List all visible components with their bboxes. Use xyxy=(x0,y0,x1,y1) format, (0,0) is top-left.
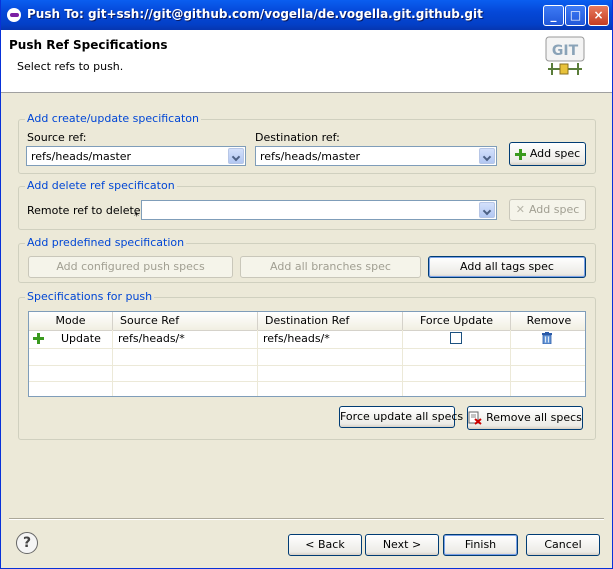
specifications-legend: Specifications for push xyxy=(25,290,155,303)
force-update-all-specs-button[interactable]: Force update all specs xyxy=(339,406,463,428)
window-title: Push To: git+ssh://git@github.com/vogell… xyxy=(27,7,483,21)
remote-ref-label: Remote ref to delete: xyxy=(27,204,145,217)
add-all-branches-spec-button[interactable]: Add all branches spec xyxy=(240,256,421,278)
remove-all-specs-button[interactable]: Remove all specs xyxy=(467,406,583,430)
delete-ref-legend: Add delete ref specificaton xyxy=(25,179,177,192)
row-source-ref[interactable]: refs/heads/* xyxy=(118,330,185,348)
add-delete-spec-label: Add spec xyxy=(528,203,580,216)
finish-button[interactable]: Finish xyxy=(443,534,518,556)
column-header-force-update[interactable]: Force Update xyxy=(403,312,511,330)
help-button[interactable]: ? xyxy=(16,532,38,554)
destination-ref-label: Destination ref: xyxy=(255,131,340,144)
close-button[interactable]: × xyxy=(588,5,609,26)
force-update-checkbox[interactable] xyxy=(450,332,462,344)
add-configured-push-specs-button[interactable]: Add configured push specs xyxy=(28,256,233,278)
git-logo-text: GIT xyxy=(552,43,579,59)
column-header-mode[interactable]: Mode xyxy=(29,312,113,330)
maximize-button[interactable]: □ xyxy=(565,5,586,26)
column-divider xyxy=(402,330,403,396)
column-divider xyxy=(510,330,511,396)
source-ref-value: refs/heads/master xyxy=(31,150,132,163)
create-update-legend: Add create/update specificaton xyxy=(25,112,201,125)
chevron-down-icon[interactable] xyxy=(479,202,495,218)
remove-all-specs-label: Remove all specs xyxy=(486,411,582,424)
minimize-button[interactable]: _ xyxy=(543,5,564,26)
row-mode[interactable]: Update xyxy=(61,330,101,348)
destination-ref-combo[interactable]: refs/heads/master xyxy=(255,146,497,166)
table-header: Mode Source Ref Destination Ref Force Up… xyxy=(29,312,585,331)
add-create-spec-button[interactable]: Add spec xyxy=(509,142,586,166)
destination-ref-value: refs/heads/master xyxy=(260,150,361,163)
add-icon xyxy=(33,333,44,344)
page-title: Push Ref Specifications xyxy=(9,38,168,52)
add-delete-spec-button[interactable]: ✕ Add spec xyxy=(509,199,586,221)
add-create-spec-label: Add spec xyxy=(529,147,581,160)
chevron-down-icon[interactable] xyxy=(479,148,495,164)
column-header-remove[interactable]: Remove xyxy=(511,312,585,330)
column-divider xyxy=(112,330,113,396)
add-icon xyxy=(514,148,526,160)
page-subtitle: Select refs to push. xyxy=(17,60,124,73)
source-ref-label: Source ref: xyxy=(27,131,87,144)
specifications-table[interactable]: Mode Source Ref Destination Ref Force Up… xyxy=(28,311,586,397)
cancel-button[interactable]: Cancel xyxy=(526,534,600,556)
git-logo-icon: GIT xyxy=(545,36,585,75)
trash-icon[interactable] xyxy=(542,332,552,344)
back-button[interactable]: < Back xyxy=(288,534,362,556)
wizard-banner: Push Ref Specifications Select refs to p… xyxy=(1,30,612,93)
predefined-legend: Add predefined specification xyxy=(25,236,187,249)
add-all-tags-spec-button[interactable]: Add all tags spec xyxy=(428,256,586,278)
footer-separator xyxy=(9,518,604,520)
column-header-source-ref[interactable]: Source Ref xyxy=(113,312,258,330)
chevron-down-icon[interactable] xyxy=(228,148,244,164)
eclipse-icon xyxy=(7,8,21,22)
source-ref-combo[interactable]: refs/heads/master xyxy=(26,146,246,166)
required-marker: * xyxy=(134,211,139,222)
column-header-destination-ref[interactable]: Destination Ref xyxy=(258,312,403,330)
delete-icon: ✕ xyxy=(515,203,525,216)
column-divider xyxy=(257,330,258,396)
remote-ref-combo[interactable] xyxy=(141,200,497,220)
remove-all-icon xyxy=(468,411,482,425)
title-bar[interactable]: Push To: git+ssh://git@github.com/vogell… xyxy=(1,0,612,30)
push-dialog-window: Push To: git+ssh://git@github.com/vogell… xyxy=(0,0,613,569)
next-button[interactable]: Next > xyxy=(365,534,439,556)
row-destination-ref[interactable]: refs/heads/* xyxy=(263,330,330,348)
